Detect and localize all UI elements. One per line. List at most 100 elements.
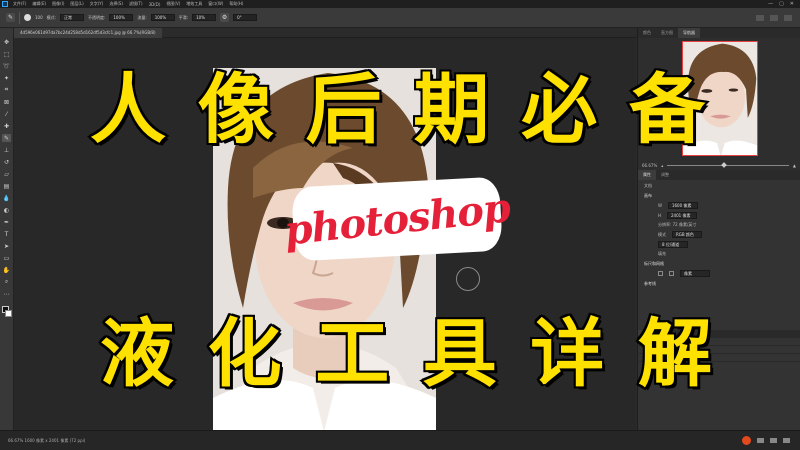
bit-depth-select[interactable]: 8 位/通道: [658, 241, 688, 248]
brush-tool-preset-icon[interactable]: ✎: [6, 13, 15, 22]
thumbnail-title-bottom: 液 化 工 具 详 解: [98, 302, 714, 399]
properties-panel: 文档 画布 W 1600 像素 H 2401 像素 分辨率: 72 像素/英寸 模式…: [638, 180, 800, 293]
title-char: 备: [627, 63, 707, 156]
eyedropper-tool-icon[interactable]: ⁄: [2, 110, 11, 118]
maximize-button[interactable]: ▢: [779, 1, 784, 7]
photoshop-logo-icon: [0, 0, 10, 8]
zoom-slider-handle[interactable]: [721, 161, 727, 168]
marquee-tool-icon[interactable]: ⬚: [2, 50, 11, 58]
color-swatches[interactable]: [1, 306, 12, 317]
search-icon[interactable]: [756, 14, 764, 21]
title-char: 详: [528, 309, 606, 399]
menu-3d[interactable]: 3D(D): [146, 2, 164, 7]
brush-size-value[interactable]: 100: [35, 15, 43, 20]
mode-label: 模式:: [46, 14, 56, 20]
photoshop-badge: photoshop: [282, 176, 512, 262]
menu-file[interactable]: 文件(F): [10, 1, 29, 7]
height-label: H: [658, 213, 662, 218]
workspace-icon[interactable]: [770, 14, 778, 21]
gradient-tool-icon[interactable]: ▤: [2, 182, 11, 190]
tab-navigator[interactable]: 导航器: [678, 28, 700, 38]
tray-icon[interactable]: [770, 438, 777, 443]
unit-select[interactable]: 像素: [680, 270, 710, 277]
flow-label: 流量:: [137, 14, 147, 20]
rectangle-tool-icon[interactable]: ▭: [2, 254, 11, 262]
blur-tool-icon[interactable]: 💧: [2, 194, 11, 202]
system-tray: [742, 436, 800, 445]
title-char: 像: [196, 63, 276, 156]
settings-gear-icon[interactable]: ⚙: [220, 13, 230, 22]
zoom-out-icon[interactable]: ▴: [661, 163, 663, 168]
document-tab[interactable]: 4d596e061d97da7bc24d258d5d162df5d3cfc1.j…: [14, 28, 162, 38]
document-label: 文档: [644, 183, 652, 188]
zoom-slider[interactable]: [667, 161, 789, 168]
lasso-tool-icon[interactable]: ➰: [2, 62, 11, 70]
zoom-tool-icon[interactable]: ⌕: [2, 278, 11, 286]
tray-icon[interactable]: [783, 438, 790, 443]
move-tool-icon[interactable]: ✥: [2, 38, 11, 46]
tab-histogram[interactable]: 直方图: [656, 28, 678, 38]
pen-tool-icon[interactable]: ✒: [2, 218, 11, 226]
tab-adjustments[interactable]: 调整: [656, 170, 674, 180]
menu-type[interactable]: 文字(Y): [87, 1, 107, 7]
app-tray-icon[interactable]: [742, 436, 751, 445]
menu-image[interactable]: 图像(I): [49, 1, 67, 7]
menu-edit[interactable]: 编辑(E): [29, 1, 49, 7]
properties-tabs: 属性 调整: [638, 170, 800, 180]
brush-tool-icon[interactable]: ✎: [2, 134, 11, 142]
opacity-label: 不透明度:: [88, 14, 106, 20]
resolution-text: 分辨率: 72 像素/英寸: [658, 222, 697, 227]
healing-brush-tool-icon[interactable]: ✚: [2, 122, 11, 130]
tab-color[interactable]: 颜色: [638, 28, 656, 38]
menu-select[interactable]: 选择(S): [106, 1, 126, 7]
menu-plugins[interactable]: 增效工具: [183, 1, 205, 7]
title-char: 解: [636, 309, 714, 399]
eraser-tool-icon[interactable]: ▱: [2, 170, 11, 178]
menu-layer[interactable]: 图层(L): [67, 1, 86, 7]
title-char: 液: [98, 309, 176, 399]
history-brush-tool-icon[interactable]: ↺: [2, 158, 11, 166]
brush-preview-icon[interactable]: [24, 14, 31, 21]
minimize-button[interactable]: —: [768, 1, 773, 7]
crop-tool-icon[interactable]: ⌗: [2, 86, 11, 94]
width-label: W: [658, 203, 662, 208]
frame-tool-icon[interactable]: ⊠: [2, 98, 11, 106]
tab-properties[interactable]: 属性: [638, 170, 656, 180]
angle-input[interactable]: 0°: [233, 14, 258, 21]
ruler-checkbox[interactable]: [658, 271, 663, 276]
height-input[interactable]: 2401 像素: [667, 212, 698, 219]
tray-icon[interactable]: [757, 438, 764, 443]
navigator-zoom-row: 66.67% ▴ ▲: [638, 160, 800, 170]
color-mode-select[interactable]: RGB 颜色: [672, 231, 702, 238]
width-input[interactable]: 1600 像素: [667, 202, 698, 209]
menu-filter[interactable]: 滤镜(T): [126, 1, 146, 7]
zoom-value[interactable]: 66.67%: [642, 163, 657, 168]
zoom-in-icon[interactable]: ▲: [793, 163, 796, 168]
document-info: 66.67% 1600 像素 x 2401 像素 (72 ppi): [8, 437, 86, 443]
menu-view[interactable]: 视图(V): [163, 1, 183, 7]
type-tool-icon[interactable]: T: [2, 230, 11, 238]
more-tools-icon[interactable]: ⋯: [2, 290, 11, 298]
document-tab-bar: 4d596e061d97da7bc24d258d5d162df5d3cfc1.j…: [14, 28, 636, 38]
clone-stamp-tool-icon[interactable]: ⊥: [2, 146, 11, 154]
menu-help[interactable]: 帮助(H): [226, 1, 246, 7]
hand-tool-icon[interactable]: ✋: [2, 266, 11, 274]
rulers-grids-header[interactable]: 标尺和网格: [644, 261, 794, 267]
flow-input[interactable]: 100%: [150, 14, 175, 21]
smoothing-input[interactable]: 10%: [192, 14, 217, 21]
mode-select[interactable]: 正常: [60, 14, 84, 21]
status-bar: 66.67% 1600 像素 x 2401 像素 (72 ppi): [0, 430, 800, 450]
title-char: 化: [206, 309, 284, 399]
close-button[interactable]: ✕: [790, 1, 794, 7]
menu-window[interactable]: 窗口(W): [205, 1, 226, 7]
share-icon[interactable]: [784, 14, 792, 21]
grid-checkbox[interactable]: [669, 271, 674, 276]
fill-label: 填充: [658, 251, 666, 256]
path-selection-tool-icon[interactable]: ➤: [2, 242, 11, 250]
background-color-swatch[interactable]: [4, 310, 12, 317]
guides-header[interactable]: 参考线: [644, 281, 794, 287]
dodge-tool-icon[interactable]: ◐: [2, 206, 11, 214]
opacity-input[interactable]: 100%: [109, 14, 134, 21]
canvas-section-header[interactable]: 画布: [644, 193, 794, 199]
magic-wand-tool-icon[interactable]: ✦: [2, 74, 11, 82]
